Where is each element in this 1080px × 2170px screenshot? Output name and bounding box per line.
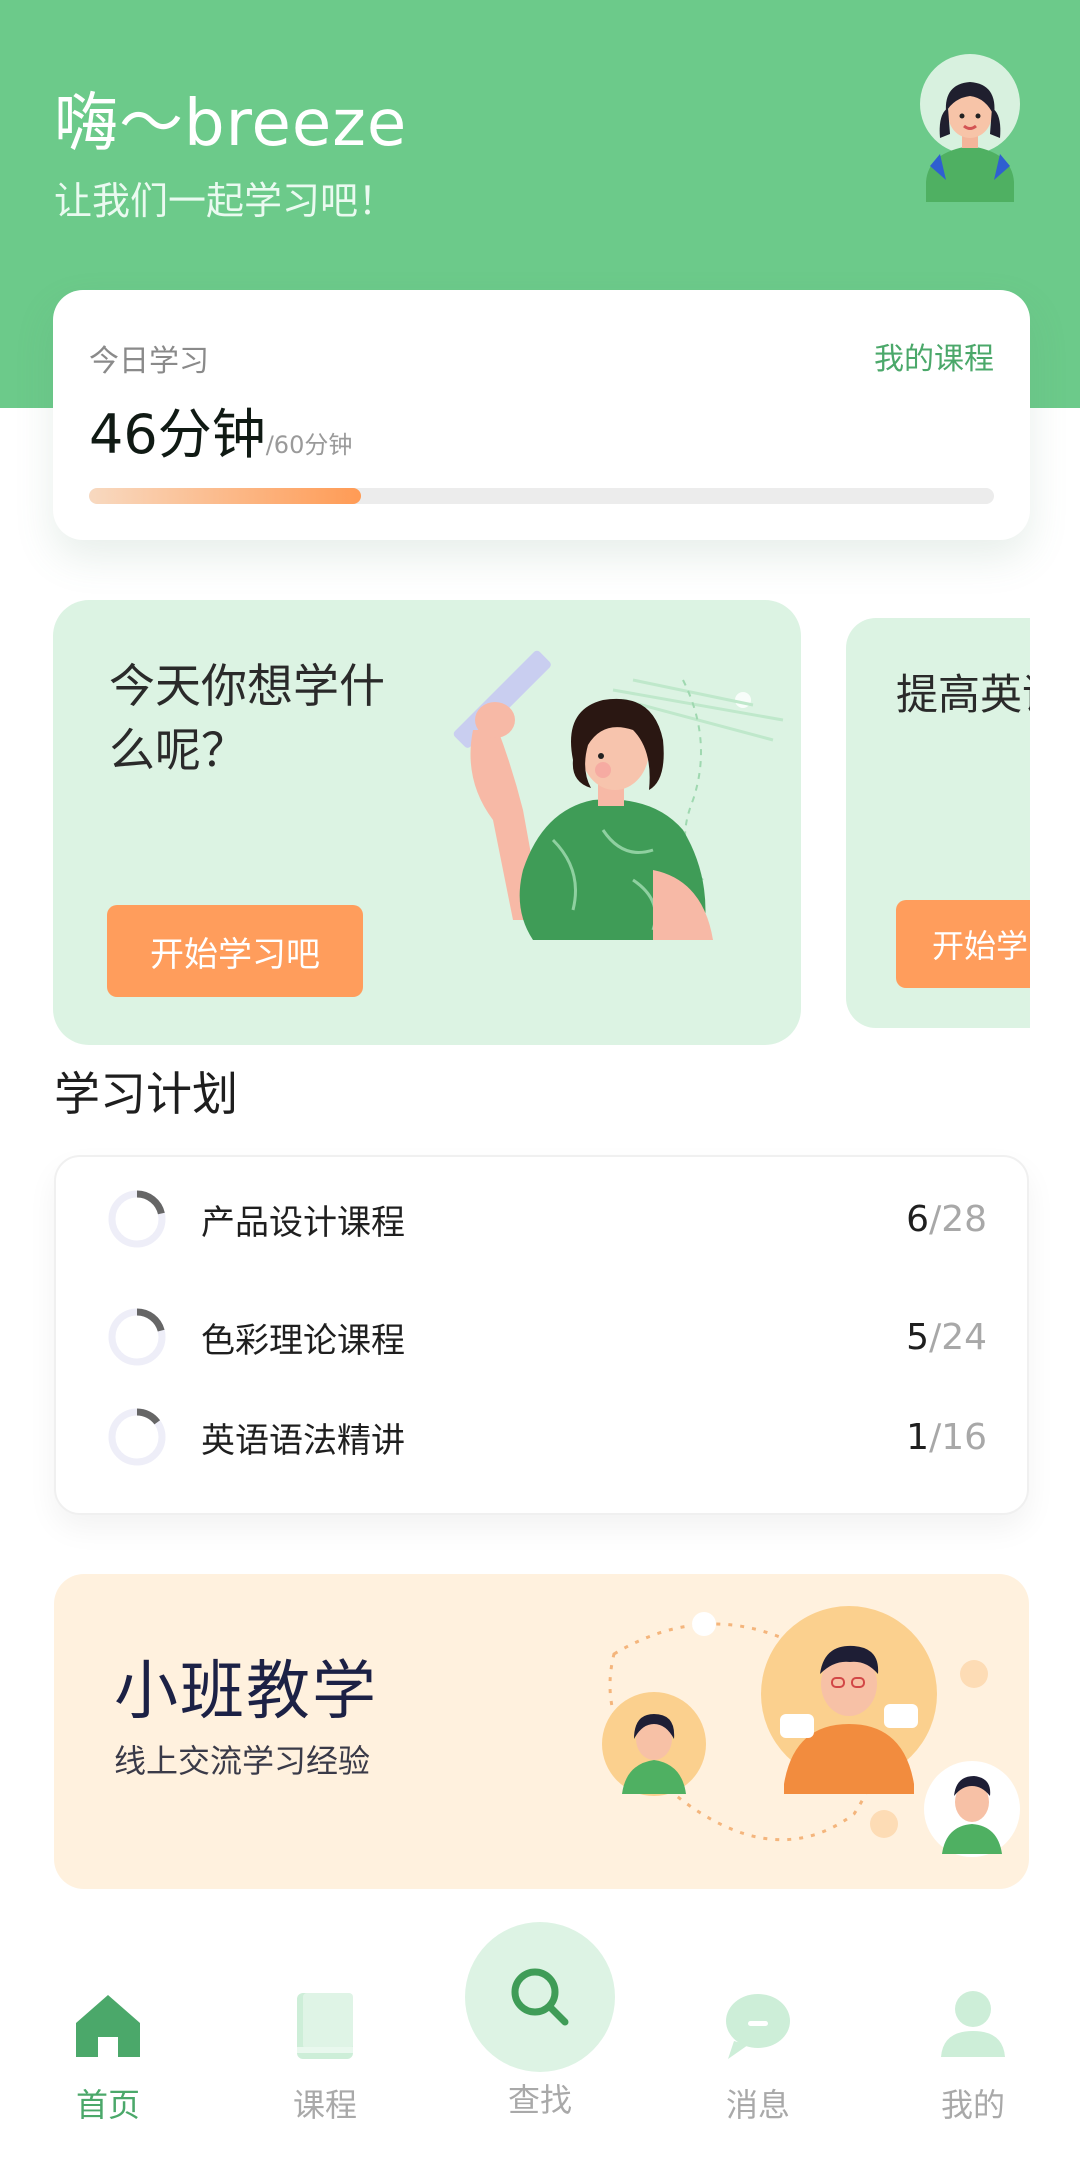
- plan-item-count: 1/16: [906, 1416, 987, 1458]
- plan-item-name: 产品设计课程: [201, 1202, 405, 1243]
- tab-courses-label: 课程: [292, 2086, 357, 2124]
- study-plan-heading: 学习计划: [54, 1067, 238, 1121]
- start-learning-button-2[interactable]: 开始学习: [896, 900, 1030, 988]
- greeting-subtitle: 让我们一起学习吧！: [54, 179, 397, 223]
- avatar[interactable]: [916, 54, 1024, 202]
- plan-item-name: 色彩理论课程: [201, 1320, 405, 1361]
- today-progress-bar: [89, 488, 994, 504]
- girl-with-ruler-illustration: [453, 650, 784, 940]
- today-progress-fill: [89, 488, 361, 504]
- home-icon: [76, 1995, 140, 2057]
- study-plan-card: 产品设计课程 6/28 色彩理论课程 5/24 英语语法精讲 1/16: [54, 1155, 1029, 1515]
- tab-home-label: 首页: [75, 2086, 140, 2124]
- learn-banner[interactable]: 今天你想学什么呢？ 开始学习吧: [53, 600, 801, 1045]
- user-icon: [941, 1991, 1005, 2057]
- group-chat-illustration: [602, 1606, 1020, 1857]
- today-study-value: 46分钟 /60分钟: [89, 390, 352, 469]
- search-icon: [511, 1968, 569, 2026]
- my-courses-link[interactable]: 我的课程: [874, 334, 994, 378]
- today-study-label: 今日学习: [89, 344, 209, 379]
- book-icon: [297, 1993, 353, 2059]
- greeting-title: 嗨～breeze: [54, 87, 408, 161]
- plan-item-name: 英语语法精讲: [201, 1420, 405, 1461]
- search-button[interactable]: [465, 1922, 615, 2072]
- tab-messages-label: 消息: [725, 2086, 790, 2124]
- english-banner[interactable]: 提高英语从现在 开始学习: [846, 618, 1030, 1028]
- tab-search-label: 查找: [507, 2081, 572, 2119]
- tab-profile-label: 我的: [940, 2086, 1005, 2124]
- chat-icon: [726, 1994, 790, 2059]
- tab-messages[interactable]: 消息: [678, 1985, 838, 2135]
- plan-item[interactable]: 英语语法精讲 1/16: [56, 1397, 1027, 1477]
- today-study-card: 今日学习 我的课程 46分钟 /60分钟: [53, 290, 1030, 540]
- start-learning-button[interactable]: 开始学习吧: [107, 905, 363, 997]
- english-banner-title: 提高英语从现在: [896, 670, 1030, 719]
- small-class-subtitle: 线上交流学习经验: [114, 1742, 371, 1780]
- tab-courses[interactable]: 课程: [245, 1985, 405, 2135]
- plan-item-count: 5/24: [906, 1316, 987, 1358]
- progress-ring-icon: [108, 1308, 166, 1366]
- progress-ring-icon: [108, 1190, 166, 1248]
- plan-item[interactable]: 色彩理论课程 5/24: [56, 1297, 1027, 1377]
- learn-banner-title: 今天你想学什么呢？: [109, 659, 385, 777]
- tab-profile[interactable]: 我的: [893, 1985, 1053, 2135]
- plan-item-count: 6/28: [906, 1198, 987, 1240]
- tab-home[interactable]: 首页: [28, 1985, 188, 2135]
- today-goal: /60分钟: [265, 431, 353, 459]
- progress-ring-icon: [108, 1408, 166, 1466]
- plan-item[interactable]: 产品设计课程 6/28: [56, 1179, 1027, 1259]
- small-class-banner[interactable]: 小班教学 线上交流学习经验: [54, 1574, 1029, 1889]
- small-class-title: 小班教学: [114, 1655, 378, 1729]
- today-minutes: 46分钟: [89, 403, 266, 466]
